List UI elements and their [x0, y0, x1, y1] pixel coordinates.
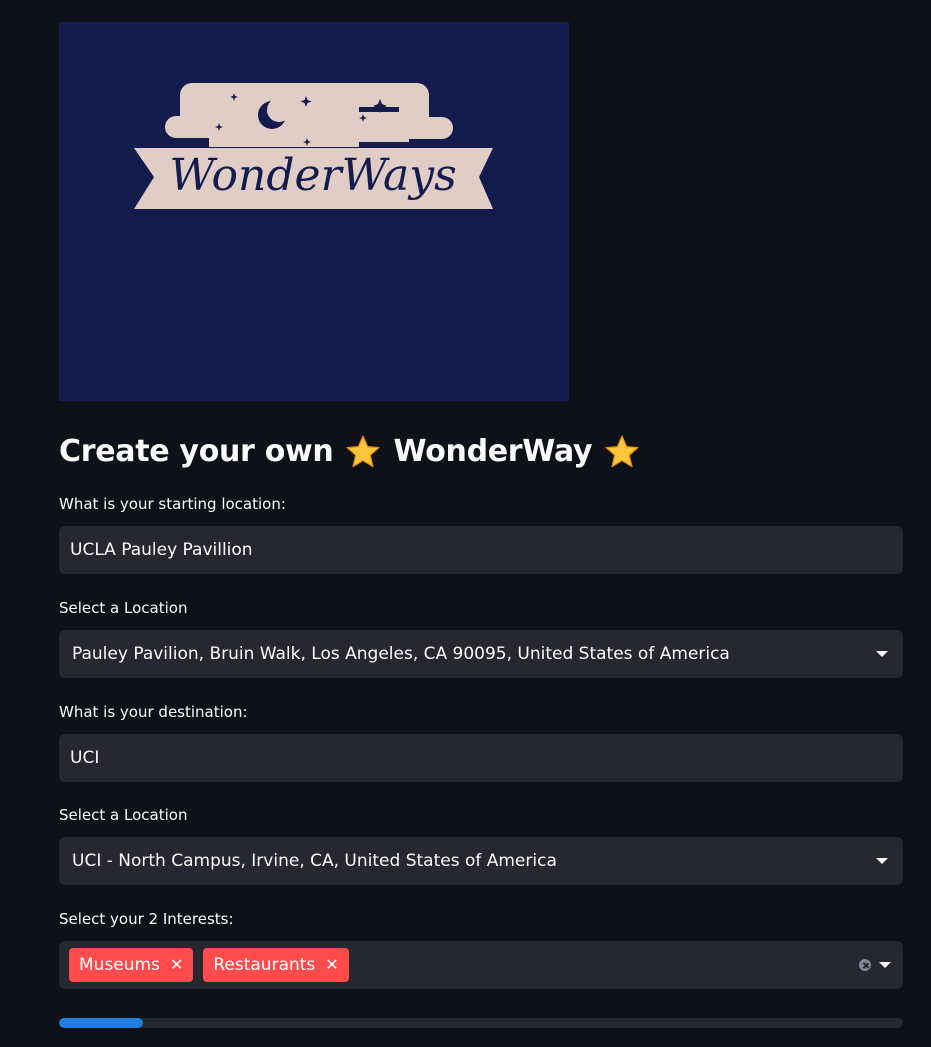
- destination-input[interactable]: UCI: [59, 734, 903, 782]
- progress-bar-fill: [59, 1018, 144, 1028]
- title-part-2: WonderWay: [393, 434, 593, 469]
- tag-label: Restaurants: [213, 955, 316, 975]
- logo-text: WonderWays: [169, 150, 456, 201]
- start-location-input[interactable]: UCLA Pauley Pavillion: [59, 526, 903, 574]
- interests-field: Select your 2 Interests: Museums ✕ Resta…: [59, 909, 903, 989]
- logo-graphic: WonderWays: [134, 83, 493, 209]
- star-icon: [605, 435, 639, 468]
- start-location-field: What is your starting location: UCLA Pau…: [59, 494, 903, 574]
- destination-label: What is your destination:: [59, 703, 248, 721]
- destination-field: What is your destination: UCI: [59, 702, 903, 782]
- clear-all-icon[interactable]: [859, 959, 871, 971]
- interest-tag: Museums ✕: [69, 948, 194, 982]
- close-icon[interactable]: ✕: [170, 957, 183, 973]
- chevron-down-icon[interactable]: [876, 858, 888, 864]
- wonderways-logo: WonderWays: [59, 22, 569, 401]
- title-part-1: Create your own: [59, 434, 334, 469]
- main-container: WonderWays Create your own WonderWay Wha…: [59, 22, 903, 1028]
- page-title: Create your own WonderWay: [59, 431, 903, 473]
- start-select-value: Pauley Pavilion, Bruin Walk, Los Angeles…: [72, 644, 730, 664]
- chevron-down-icon[interactable]: [876, 651, 888, 657]
- dest-select-value: UCI - North Campus, Irvine, CA, United S…: [72, 851, 557, 871]
- destination-location-select[interactable]: UCI - North Campus, Irvine, CA, United S…: [59, 837, 903, 885]
- star-icon: [346, 435, 381, 468]
- chevron-down-icon[interactable]: [879, 962, 891, 968]
- start-select-label: Select a Location: [59, 599, 188, 617]
- start-select-field: Select a Location Pauley Pavilion, Bruin…: [59, 598, 903, 678]
- dest-select-label: Select a Location: [59, 806, 188, 824]
- dest-select-field: Select a Location UCI - North Campus, Ir…: [59, 805, 903, 885]
- interest-tag: Restaurants ✕: [203, 948, 349, 982]
- interests-label: Select your 2 Interests:: [59, 910, 234, 928]
- progress-bar: [59, 1018, 903, 1028]
- start-location-select[interactable]: Pauley Pavilion, Bruin Walk, Los Angeles…: [59, 630, 903, 678]
- interests-multiselect[interactable]: Museums ✕ Restaurants ✕: [59, 941, 903, 989]
- close-icon[interactable]: ✕: [325, 957, 338, 973]
- start-location-label: What is your starting location:: [59, 495, 286, 513]
- tag-label: Museums: [79, 955, 160, 975]
